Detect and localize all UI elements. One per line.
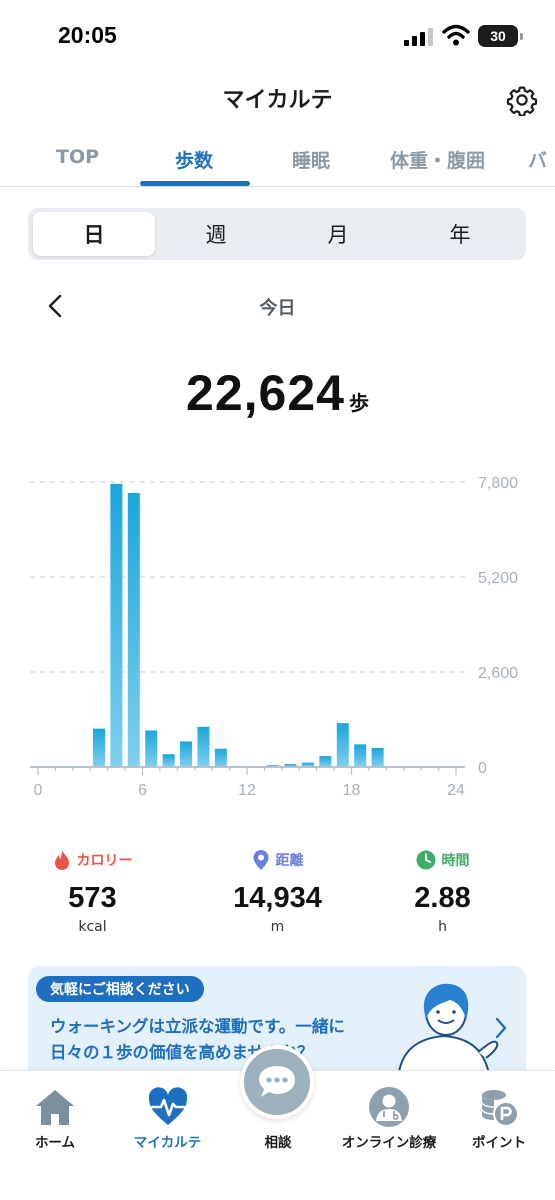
clock-icon: [416, 850, 435, 870]
signal-icon: [404, 28, 433, 46]
consult-message-line1: ウォーキングは立派な運動です。一緒に: [50, 1017, 345, 1036]
gear-icon[interactable]: [506, 84, 538, 116]
tab-steps[interactable]: 歩数: [175, 146, 213, 173]
x-tick-label: 12: [238, 782, 256, 799]
period-week[interactable]: 週: [155, 212, 277, 256]
nav-online-clinic[interactable]: オンライン診療: [330, 1071, 448, 1171]
nav-consult[interactable]: 相談: [228, 1045, 328, 1171]
person-illustration: [396, 983, 499, 1080]
date-label: 今日: [259, 298, 296, 319]
x-tick-label: 0: [34, 782, 43, 799]
stat-distance-value: 14,934: [233, 882, 322, 914]
consult-fab[interactable]: [240, 1045, 314, 1119]
chart-bar: [354, 744, 367, 767]
y-tick-label: 7,800: [478, 475, 518, 492]
chart-bar: [197, 726, 210, 767]
nav-mykarte[interactable]: マイカルテ: [115, 1071, 220, 1171]
wifi-icon: [442, 24, 470, 46]
chart-bar: [214, 748, 227, 767]
nav-mykarte-label: マイカルテ: [133, 1135, 202, 1151]
heart-pulse-icon: [148, 1087, 187, 1125]
chart-bar: [127, 492, 140, 767]
x-tick-label: 6: [138, 782, 147, 799]
nav-points[interactable]: ポイント: [450, 1071, 548, 1171]
stat-time-value: 2.88: [414, 882, 471, 914]
status-bar: 20:05 30: [0, 0, 555, 72]
period-month[interactable]: 月: [277, 212, 399, 256]
location-pin-icon: [253, 850, 268, 870]
total-steps-value: 22,624: [186, 365, 345, 421]
x-tick-label: 18: [343, 782, 361, 799]
bottom-nav: ホーム マイカルテ 相談 オンライン診療 ポイント: [0, 1045, 555, 1200]
stat-distance-label: 距離: [275, 853, 304, 869]
period-year[interactable]: 年: [399, 212, 521, 256]
stat-time-unit: h: [438, 919, 447, 935]
chevron-right-icon[interactable]: [494, 1016, 508, 1040]
chart-bar: [145, 730, 158, 767]
stat-time-label: 時間: [441, 853, 470, 869]
chart-bar: [336, 723, 349, 767]
consult-message-line2: 日々の１歩の価値を高めませんか？: [50, 1043, 314, 1062]
y-tick-label: 5,200: [478, 570, 518, 587]
tab-top[interactable]: TOP: [56, 146, 99, 168]
chart-bar: [92, 728, 105, 767]
category-tabs: TOP 歩数 睡眠 体重・腹囲 バ: [0, 130, 555, 187]
chart-bar: [371, 748, 384, 767]
nav-home[interactable]: ホーム: [5, 1071, 105, 1171]
chat-bubble-icon: [259, 1066, 295, 1097]
total-steps: 22,624 歩: [0, 364, 555, 422]
stat-calories: カロリー 573 kcal: [0, 848, 185, 935]
tab-active-indicator: [140, 181, 250, 186]
point-coins-icon: [481, 1090, 519, 1127]
nav-home-label: ホーム: [34, 1135, 76, 1151]
stat-calories-unit: kcal: [78, 919, 107, 935]
y-tick-label: 0: [478, 760, 487, 777]
hourly-steps-chart: 0 2,600 5,200 7,800 0 6 12 18 24: [30, 475, 518, 799]
tab-partial[interactable]: バ: [528, 146, 547, 173]
stat-calories-label: カロリー: [76, 853, 133, 869]
nav-points-label: ポイント: [472, 1135, 526, 1151]
status-time: 20:05: [58, 22, 117, 48]
stat-calories-value: 573: [68, 882, 117, 914]
nav-online-clinic-label: オンライン診療: [341, 1135, 437, 1151]
stat-distance-unit: m: [270, 919, 285, 935]
home-icon: [36, 1090, 74, 1125]
x-tick-label: 24: [447, 782, 465, 799]
page-title: マイカルテ: [222, 88, 333, 113]
battery-icon: 30: [478, 25, 523, 47]
doctor-icon: [369, 1087, 409, 1127]
flame-icon: [54, 850, 69, 870]
stat-distance: 距離 14,934 m: [185, 848, 370, 935]
consult-message: ウォーキングは立派な運動です。一緒に 日々の１歩の価値を高めませんか？: [50, 1014, 380, 1066]
period-selector: 日 週 月 年: [28, 208, 526, 260]
chart-bar: [110, 483, 123, 767]
y-tick-label: 2,600: [478, 665, 518, 682]
period-day[interactable]: 日: [33, 212, 155, 256]
nav-consult-label: 相談: [264, 1135, 292, 1151]
stat-time: 時間 2.88 h: [350, 848, 535, 935]
chart-bar: [162, 754, 175, 767]
total-steps-unit: 歩: [348, 391, 369, 415]
chart-bar: [180, 741, 193, 767]
consult-tag: 気軽にご相談ください: [36, 976, 204, 1002]
tab-weight-waist[interactable]: 体重・腹囲: [390, 146, 485, 173]
chart-bar: [319, 756, 332, 767]
tab-sleep[interactable]: 睡眠: [292, 146, 330, 173]
